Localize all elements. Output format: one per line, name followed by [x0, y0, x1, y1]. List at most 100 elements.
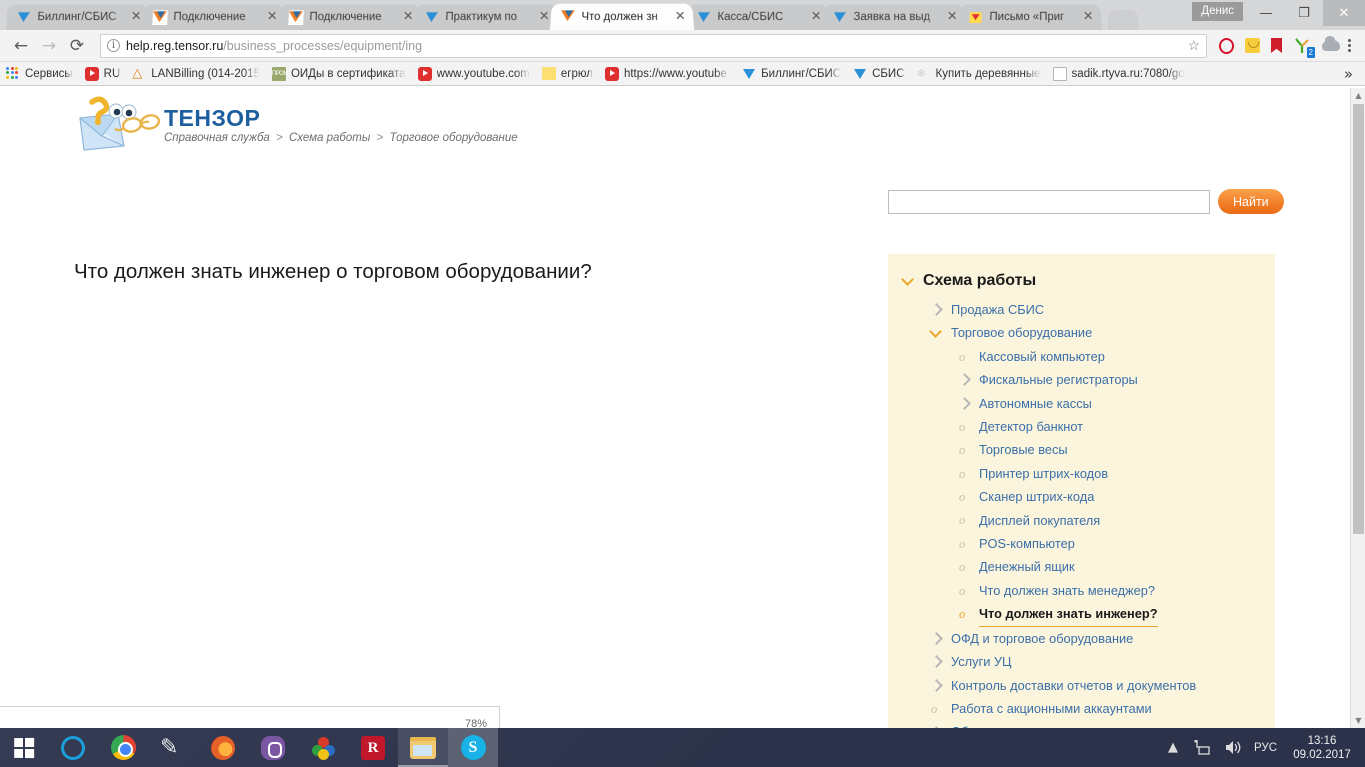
bookmark-item[interactable]: ❄ Купить деревянные [917, 67, 1041, 81]
new-tab-button[interactable] [1108, 10, 1138, 30]
bookmark-item[interactable]: RU [85, 67, 121, 81]
bookmark-item[interactable]: △ LANBilling (014-2015 [132, 67, 260, 81]
nav-item[interactable]: Дисплей покупателя [902, 509, 1261, 532]
browser-tab[interactable]: Заявка на выд ✕ [822, 5, 966, 30]
bookmark-item[interactable]: Сервисы [6, 67, 73, 81]
yandex-icon[interactable]: 2 [1293, 37, 1311, 55]
dot-icon[interactable] [958, 490, 970, 504]
nav-item[interactable]: Торговое оборудование [902, 321, 1261, 344]
bookmark-item[interactable]: https://www.youtube. [605, 67, 730, 81]
browser-tab[interactable]: Что должен зн ✕ [550, 4, 694, 30]
dot-icon[interactable] [958, 584, 970, 598]
volume-icon[interactable] [1224, 739, 1242, 757]
nav-item[interactable]: POS-компьютер [902, 532, 1261, 555]
close-button[interactable]: ✕ [1323, 0, 1365, 26]
site-info-icon[interactable]: i [107, 39, 120, 52]
bookmarks-overflow-button[interactable]: » [1344, 65, 1359, 83]
address-bar[interactable]: i help.reg.tensor.ru/business_processes/… [100, 34, 1207, 58]
page-scrollbar[interactable]: ▲ ▼ [1350, 88, 1365, 728]
bookmark-item[interactable]: СБИС [853, 67, 904, 81]
bookmark-item[interactable]: www.youtube.com [418, 67, 530, 81]
nav-root-header[interactable]: Схема работы [902, 272, 1261, 290]
bookmark-item[interactable]: sadik.rtyva.ru:7080/go [1053, 67, 1185, 81]
nav-item[interactable]: Обращения [902, 720, 1261, 728]
dot-icon[interactable] [958, 467, 970, 481]
dot-icon[interactable] [958, 443, 970, 457]
dot-icon[interactable] [958, 420, 970, 434]
search-button[interactable]: Найти [1218, 189, 1284, 214]
chevron-right-icon[interactable] [958, 396, 970, 410]
nav-item[interactable]: Денежный ящик [902, 555, 1261, 578]
scroll-down-arrow-icon[interactable]: ▼ [1351, 713, 1365, 728]
start-button[interactable] [0, 728, 48, 767]
search-input[interactable] [888, 190, 1210, 214]
bookmark-icon[interactable] [1271, 38, 1282, 53]
nav-item[interactable]: Фискальные регистраторы [902, 368, 1261, 391]
browser-tab[interactable]: Практикум по ✕ [414, 5, 558, 30]
opera-icon[interactable] [1219, 38, 1234, 54]
taskbar-item-winrar[interactable]: R [348, 728, 398, 767]
show-hidden-icons-icon[interactable]: ▲ [1164, 739, 1182, 757]
dot-icon[interactable] [958, 607, 970, 621]
reload-button[interactable]: ⟳ [64, 33, 90, 59]
scrollbar-thumb[interactable] [1353, 104, 1364, 534]
nav-item[interactable]: Продажа СБИС [902, 298, 1261, 321]
nav-item[interactable]: Что должен знать менеджер? [902, 579, 1261, 602]
chevron-down-icon[interactable] [902, 274, 914, 288]
taskbar-item-file-explorer[interactable] [398, 728, 448, 767]
chevron-right-icon[interactable] [930, 655, 942, 669]
nav-item[interactable]: Принтер штрих-кодов [902, 462, 1261, 485]
nav-item[interactable]: Сканер штрих-кода [902, 485, 1261, 508]
taskbar-item-internet-explorer[interactable] [48, 728, 98, 767]
bookmark-star-icon[interactable]: ☆ [1181, 37, 1200, 54]
breadcrumb-item-1[interactable]: Схема работы [289, 132, 370, 144]
bookmark-item[interactable]: ПРОМ ОИДы в сертификата [272, 67, 406, 81]
minimize-button[interactable]: — [1247, 0, 1285, 26]
nav-item[interactable]: Услуги УЦ [902, 650, 1261, 673]
clock[interactable]: 13:16 09.02.2017 [1289, 734, 1355, 762]
bag-icon[interactable] [1245, 38, 1260, 53]
taskbar-item-firefox[interactable] [198, 728, 248, 767]
taskbar-item-notepad-plus[interactable]: ✎ [148, 728, 198, 767]
nav-item[interactable]: Детектор банкнот [902, 415, 1261, 438]
nav-item[interactable]: Кассовый компьютер [902, 345, 1261, 368]
maximize-button[interactable]: ❐ [1285, 0, 1323, 26]
chevron-right-icon[interactable] [930, 678, 942, 692]
taskbar-item-viber[interactable] [248, 728, 298, 767]
site-logo-block[interactable]: ТЕНЗОР Справочная служба > Схема работы … [74, 96, 518, 156]
tab-close-icon[interactable]: ✕ [1081, 10, 1096, 24]
dot-icon[interactable] [930, 702, 942, 716]
bookmark-item[interactable]: Биллинг/СБИС [742, 67, 841, 81]
profile-button[interactable]: Денис [1192, 2, 1243, 21]
taskbar-item-icq[interactable] [298, 728, 348, 767]
nav-item[interactable]: ОФД и торговое оборудование [902, 627, 1261, 650]
browser-tab[interactable]: Письмо «Приг ✕ [958, 5, 1102, 30]
browser-tab[interactable]: Подключение ✕ [278, 5, 422, 30]
taskbar-item-google-chrome[interactable] [98, 728, 148, 767]
nav-item[interactable]: Работа с акционными аккаунтами [902, 697, 1261, 720]
scroll-up-arrow-icon[interactable]: ▲ [1351, 88, 1365, 103]
chevron-down-icon[interactable] [930, 326, 942, 340]
nav-item[interactable]: Контроль доставки отчетов и документов [902, 674, 1261, 697]
dot-icon[interactable] [958, 560, 970, 574]
forward-button[interactable]: → [36, 33, 62, 59]
chevron-right-icon[interactable] [958, 373, 970, 387]
nav-item[interactable]: Что должен знать инженер? [902, 602, 1261, 626]
dot-icon[interactable] [958, 537, 970, 551]
browser-tab[interactable]: Подключение ✕ [142, 5, 286, 30]
chevron-right-icon[interactable] [930, 631, 942, 645]
bookmark-item[interactable]: егрюл [542, 67, 593, 80]
breadcrumb-item-2[interactable]: Торговое оборудование [389, 132, 517, 144]
chrome-menu-button[interactable] [1346, 39, 1357, 52]
breadcrumb-item-0[interactable]: Справочная служба [164, 132, 270, 144]
tab-close-icon[interactable]: ✕ [673, 10, 688, 24]
dot-icon[interactable] [958, 350, 970, 364]
browser-tab[interactable]: Касса/СБИС ✕ [686, 5, 830, 30]
nav-item[interactable]: Автономные кассы [902, 392, 1261, 415]
language-indicator[interactable]: РУС [1254, 742, 1277, 754]
nav-item[interactable]: Торговые весы [902, 438, 1261, 461]
cloud-icon[interactable] [1322, 40, 1340, 51]
taskbar-item-skype[interactable]: S [448, 728, 498, 767]
network-icon[interactable] [1194, 739, 1212, 757]
back-button[interactable]: ← [8, 33, 34, 59]
